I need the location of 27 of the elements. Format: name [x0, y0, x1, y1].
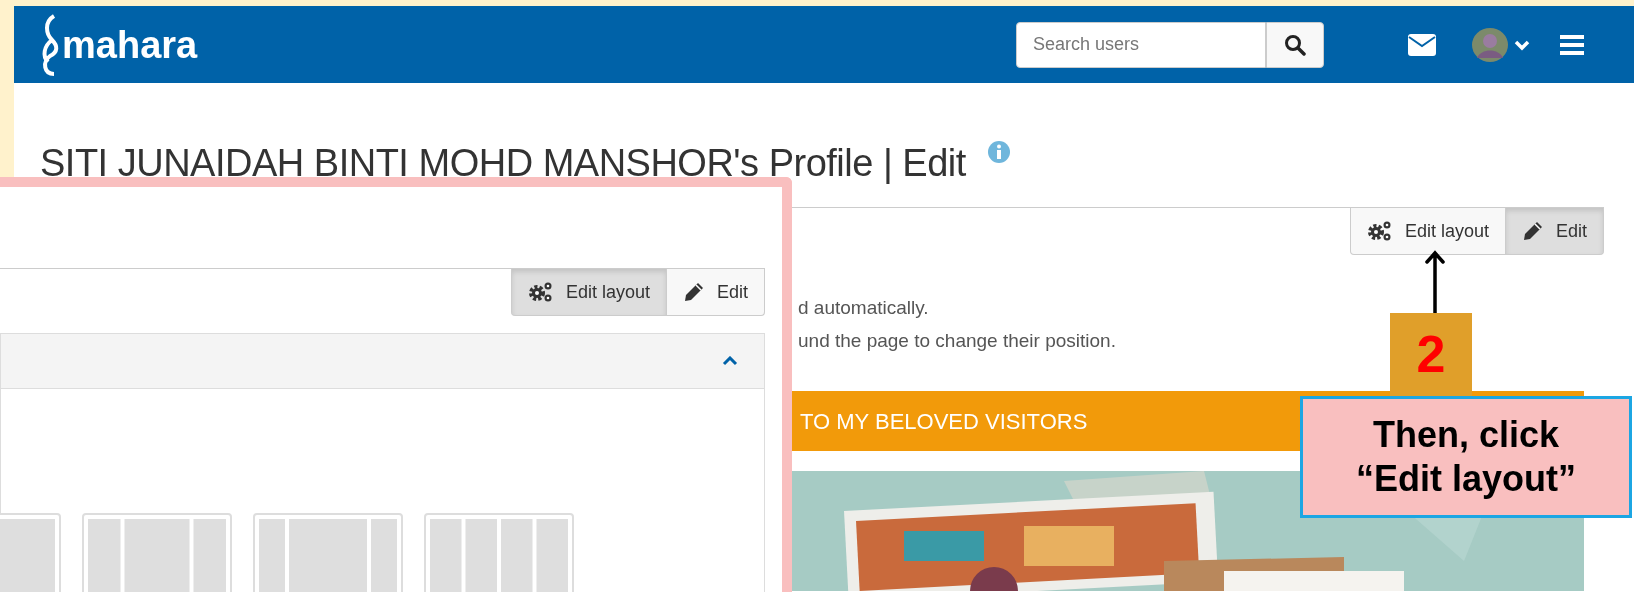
- gears-icon: [527, 281, 554, 303]
- search-field[interactable]: Search users: [1016, 21, 1266, 68]
- layout-thumbnail[interactable]: [424, 513, 574, 592]
- toolbar-button[interactable]: Edit layout: [510, 269, 667, 316]
- instruction-text: d automatically.: [798, 296, 930, 320]
- chevron-up-icon[interactable]: [722, 356, 738, 366]
- toolbar-button[interactable]: Edit: [1505, 208, 1604, 255]
- toolbar-button[interactable]: Edit layout: [1349, 208, 1506, 255]
- chevron-down-icon: [1514, 38, 1530, 51]
- avatar-icon: [1472, 27, 1508, 62]
- toolbar-button[interactable]: Edit: [666, 269, 765, 316]
- pencil-icon: [682, 281, 705, 303]
- callout-label: Then, click “Edit layout”: [1300, 396, 1632, 518]
- layout-thumbnail[interactable]: [253, 513, 403, 592]
- user-menu[interactable]: [1472, 27, 1530, 62]
- search-icon: [1284, 33, 1306, 56]
- pencil-icon: [1521, 220, 1544, 242]
- arrow-annotation: [1424, 250, 1446, 314]
- search-button[interactable]: [1266, 21, 1324, 68]
- layout-thumbnail[interactable]: [82, 513, 232, 592]
- logo[interactable]: mahara: [62, 25, 198, 64]
- envelope-icon[interactable]: [1408, 33, 1436, 56]
- gears-icon: [1366, 220, 1393, 242]
- step-number: 2: [1390, 313, 1472, 399]
- page-title: SITI JUNAIDAH BINTI MOHD MANSHOR's Profile | Edit: [40, 141, 966, 186]
- menu-icon[interactable]: [1560, 34, 1584, 55]
- instruction-text: und the page to change their position.: [798, 329, 1117, 353]
